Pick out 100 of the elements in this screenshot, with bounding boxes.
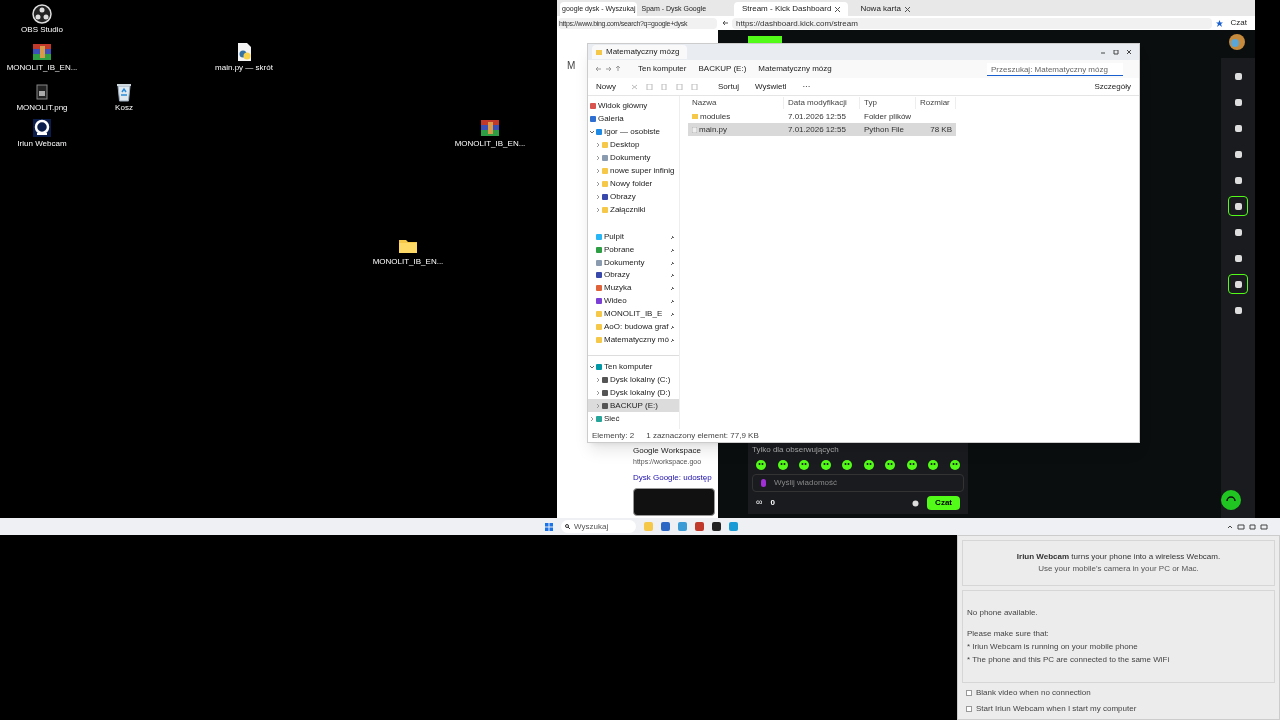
details-button[interactable]: Szczegóły [1094, 80, 1131, 93]
checkbox[interactable] [966, 706, 972, 712]
breadcrumb-item[interactable]: Matematyczny mózg [758, 63, 832, 75]
result-link[interactable]: Dysk Google: udostęp [633, 471, 718, 484]
nav-item[interactable]: AoO: budowa graf [588, 320, 679, 334]
icon-label[interactable]: Kosz [115, 104, 133, 112]
explorer-tab[interactable]: Matematyczny mózg [592, 45, 687, 59]
column-header[interactable]: Rozmiar [916, 97, 956, 109]
nav-label: Galeria [598, 113, 624, 126]
nav-item[interactable]: Dysk lokalny (C:) [588, 373, 679, 387]
chevron-icon[interactable] [596, 377, 600, 382]
breadcrumb-item[interactable]: BACKUP (E:) [698, 63, 747, 75]
tool-button[interactable] [1228, 196, 1248, 216]
icon-label[interactable]: MONOLIT_IB_EN... [454, 140, 526, 148]
icon-label[interactable]: MONOLIT_IB_EN... [372, 258, 444, 266]
emote-icon[interactable] [949, 460, 960, 470]
close-icon[interactable] [835, 6, 841, 12]
nav-item[interactable]: Desktop [588, 138, 679, 152]
breadcrumb-item[interactable]: Ten komputer [638, 63, 687, 75]
address-bar[interactable]: https://dashboard.kick.com/stream [732, 17, 1212, 29]
icon-label[interactable]: MONOLIT.png [16, 104, 68, 112]
settings-icon[interactable] [912, 499, 920, 507]
message-field[interactable]: Wyślij wiadomość [752, 474, 964, 492]
search-placeholder: Wyszukaj [574, 520, 609, 533]
nav-item[interactable]: nowe super infinig [588, 164, 679, 178]
nav-item[interactable]: Wideo [588, 294, 679, 308]
emote-icon[interactable] [863, 460, 874, 470]
new-button[interactable]: Nowy [596, 80, 616, 93]
search-field[interactable]: Przeszukaj: Matematyczny mózg [987, 62, 1123, 76]
nav-item[interactable]: MONOLIT_IB_E [588, 307, 679, 321]
chevron-icon[interactable] [596, 169, 600, 174]
emote-icon[interactable] [906, 460, 917, 470]
view-button[interactable]: Wyświetl [754, 80, 787, 93]
avatar-icon[interactable] [1229, 34, 1245, 50]
back-icon[interactable] [722, 20, 728, 26]
chat-send-button[interactable]: Czat [927, 496, 960, 510]
star-icon[interactable] [1215, 19, 1223, 27]
archive-icon[interactable] [480, 118, 500, 138]
recycle-bin-icon[interactable] [114, 82, 134, 102]
nav-item[interactable]: Muzyka [588, 281, 679, 295]
icon-label[interactable]: MONOLIT_IB_EN... [6, 64, 78, 72]
obs-icon[interactable] [32, 4, 52, 24]
sort-button[interactable]: Sortuj [718, 80, 739, 93]
checkbox-label[interactable]: Start Iriun Webcam when I start my computer [976, 703, 1137, 715]
column-header[interactable]: Data modyfikacji [784, 97, 860, 109]
emote-icon[interactable] [928, 460, 939, 470]
nav-item[interactable]: Załączniki [588, 203, 679, 217]
checkbox[interactable] [966, 690, 972, 696]
taskbar-search-field[interactable]: Wyszukaj [561, 520, 636, 533]
nav-item[interactable]: Nowy folder [588, 177, 679, 191]
nav-item[interactable]: Matematyczny mó [588, 333, 679, 347]
file-row[interactable]: main.py 7.01.2026 12:55 Python File 78 KB [688, 123, 956, 136]
checkbox-label[interactable]: Blank video when no connection [976, 687, 1091, 699]
tool-button[interactable] [1228, 274, 1248, 294]
column-header[interactable]: Typ [860, 97, 916, 109]
chevron-icon[interactable] [596, 156, 600, 161]
file-row[interactable]: modules 7.01.2026 12:55 Folder plików [688, 110, 956, 123]
nav-item[interactable]: Pulpit [588, 230, 679, 244]
nav-item[interactable]: Galeria [588, 112, 679, 126]
nav-item[interactable]: Obrazy [588, 190, 679, 204]
emote-icon[interactable] [885, 460, 896, 470]
nav-item[interactable]: Dysk lokalny (D:) [588, 386, 679, 400]
icon-label[interactable]: Iriun Webcam [17, 140, 67, 148]
emote-icon[interactable] [799, 460, 810, 470]
icon-label[interactable]: OBS Studio [21, 26, 63, 34]
nav-item[interactable]: Dokumenty [588, 256, 679, 269]
nav-item[interactable]: BACKUP (E:) [588, 399, 679, 413]
column-header[interactable]: Nazwa [688, 97, 784, 109]
nav-item[interactable]: Pobrane [588, 243, 679, 257]
nav-item[interactable]: Dokumenty [588, 151, 679, 165]
nav-item[interactable]: Widok główny [588, 100, 679, 113]
headset-icon[interactable] [1221, 490, 1241, 510]
chevron-icon[interactable] [596, 390, 600, 395]
chevron-icon[interactable] [596, 143, 600, 148]
more-button[interactable]: ··· [802, 80, 811, 93]
nav-item[interactable]: Sieć [588, 412, 679, 426]
browser-tab[interactable]: Stream - Kick Dashboard [734, 2, 849, 16]
cell-text: 7.01.2026 12:55 [788, 110, 846, 123]
nav-item[interactable]: Igor — osobiste [588, 125, 679, 139]
emote-icon[interactable] [820, 460, 831, 470]
archive-icon[interactable] [32, 42, 52, 62]
nav-item[interactable]: Obrazy [588, 268, 679, 282]
chevron-icon[interactable] [590, 416, 594, 421]
webcam-icon[interactable] [32, 118, 52, 138]
window-controls-icon[interactable] [1101, 49, 1131, 55]
chevron-icon[interactable] [596, 207, 600, 212]
folder-icon [596, 49, 602, 55]
copilot-button[interactable]: Czat [1226, 17, 1251, 29]
chevron-icon[interactable] [596, 182, 600, 186]
breadcrumb-bar[interactable]: Ten komputer BACKUP (E:) Matematyczny mózg [634, 62, 979, 76]
emote-icon[interactable] [756, 460, 766, 470]
chevron-icon[interactable] [596, 194, 600, 199]
emote-icon[interactable] [842, 460, 853, 470]
close-icon[interactable] [904, 6, 910, 12]
icon-label[interactable]: main.py — skrót [215, 64, 273, 72]
emote-icon[interactable] [777, 460, 788, 470]
microphone-icon[interactable] [761, 479, 766, 487]
start-icon[interactable] [545, 522, 553, 531]
system-tray-icon[interactable] [1228, 523, 1268, 530]
nav-item[interactable]: Ten komputer [588, 360, 679, 374]
